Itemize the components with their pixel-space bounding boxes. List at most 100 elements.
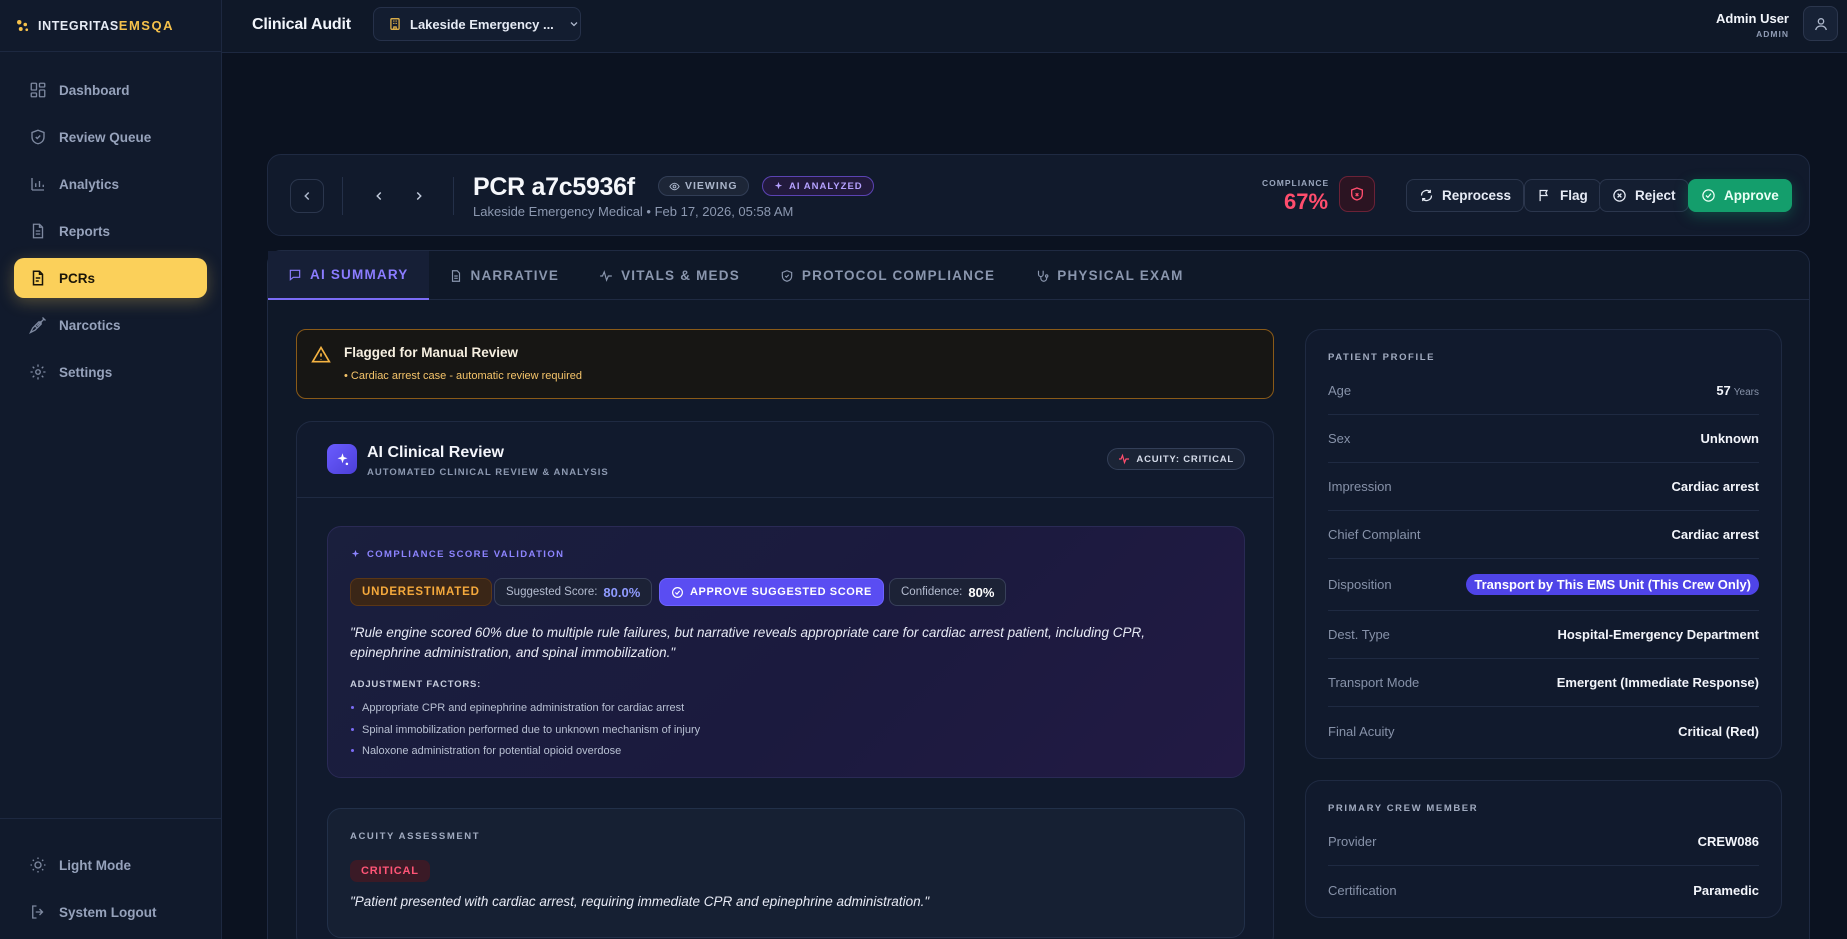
bar-chart-icon — [29, 175, 47, 193]
suggested-score-value: 80.0% — [603, 584, 641, 600]
sidebar-item-reports[interactable]: Reports — [14, 211, 207, 251]
critical-badge: CRITICAL — [350, 860, 430, 882]
check-circle-icon — [1701, 188, 1716, 203]
underestimated-badge: UNDERESTIMATED — [350, 578, 492, 606]
flag-icon — [1537, 188, 1552, 203]
tab-physical-exam[interactable]: PHYSICAL EXAM — [1015, 251, 1203, 300]
logout-button[interactable]: System Logout — [14, 892, 207, 932]
compliance-status-indicator — [1339, 176, 1375, 212]
logo-icon — [14, 17, 32, 35]
profile-row-transport-mode: Transport Mode Emergent (Immediate Respo… — [1328, 659, 1759, 707]
sidebar-item-narcotics[interactable]: Narcotics — [14, 305, 207, 345]
logout-icon — [29, 903, 47, 921]
user-menu-button[interactable] — [1803, 6, 1838, 41]
reject-label: Reject — [1635, 188, 1676, 203]
sun-icon — [29, 856, 47, 874]
acuity-badge-label: ACUITY: CRITICAL — [1136, 453, 1234, 465]
approve-button[interactable]: Approve — [1688, 179, 1792, 212]
disposition-badge: Transport by This EMS Unit (This Crew On… — [1466, 574, 1759, 595]
sidebar-item-review-queue[interactable]: Review Queue — [14, 117, 207, 157]
acuity-badge: ACUITY: CRITICAL — [1107, 448, 1245, 470]
brand-logo[interactable]: INTEGRITAS EMSQA — [0, 0, 221, 52]
acuity-assessment-label: ACUITY ASSESSMENT — [350, 831, 481, 842]
ai-analyzed-label: AI ANALYZED — [789, 180, 863, 192]
check-circle-icon — [671, 586, 684, 599]
sidebar-item-pcrs[interactable]: PCRs — [14, 258, 207, 298]
pulse-icon — [599, 269, 613, 283]
refresh-icon — [1419, 188, 1434, 203]
divider — [453, 177, 454, 215]
sidebar-item-settings[interactable]: Settings — [14, 352, 207, 392]
back-button[interactable] — [290, 179, 324, 213]
viewing-badge-label: VIEWING — [685, 180, 738, 192]
profile-value: 57 Years — [1716, 383, 1759, 398]
chevron-down-icon — [568, 18, 580, 30]
approve-suggested-label: APPROVE SUGGESTED SCORE — [690, 586, 872, 598]
profile-value: Emergent (Immediate Response) — [1556, 675, 1759, 690]
profile-key: Disposition — [1328, 577, 1392, 592]
profile-key: Transport Mode — [1328, 675, 1420, 690]
flag-button[interactable]: Flag — [1524, 179, 1601, 212]
user-name: Admin User — [1716, 11, 1789, 26]
profile-row-age: Age 57 Years — [1328, 367, 1759, 415]
sidebar-nav: Dashboard Review Queue Analytics Reports… — [0, 52, 221, 392]
tab-label: NARRATIVE — [470, 268, 560, 283]
flagged-alert: Flagged for Manual Review • Cardiac arre… — [296, 329, 1274, 399]
profile-value: Critical (Red) — [1678, 723, 1759, 739]
eye-icon — [669, 181, 680, 192]
previous-pcr-button[interactable] — [370, 187, 388, 205]
sidebar-item-label: Analytics — [59, 176, 120, 192]
sidebar-item-analytics[interactable]: Analytics — [14, 164, 207, 204]
light-mode-toggle[interactable]: Light Mode — [14, 845, 207, 885]
profile-value: Hospital-Emergency Department — [1557, 627, 1759, 642]
ai-clinical-review-card: AI Clinical Review AUTOMATED CLINICAL RE… — [296, 421, 1274, 939]
tab-label: PROTOCOL COMPLIANCE — [801, 268, 996, 283]
next-pcr-button[interactable] — [410, 187, 428, 205]
tab-vitals-meds[interactable]: VITALS & MEDS — [579, 251, 760, 300]
tab-narrative[interactable]: NARRATIVE — [429, 251, 580, 300]
profile-key: Dest. Type — [1328, 627, 1390, 642]
reprocess-button[interactable]: Reprocess — [1406, 179, 1525, 212]
profile-value: Unknown — [1700, 431, 1760, 446]
list-item: Appropriate CPR and epinephrine administ… — [350, 700, 700, 722]
profile-value: Cardiac arrest — [1671, 479, 1759, 494]
age-value: 57 — [1716, 383, 1731, 398]
profile-key: Impression — [1328, 479, 1392, 494]
sidebar-item-dashboard[interactable]: Dashboard — [14, 70, 207, 110]
pcr-subtitle: Lakeside Emergency Medical • Feb 17, 202… — [473, 204, 794, 219]
ai-review-header: AI Clinical Review AUTOMATED CLINICAL RE… — [297, 422, 1273, 498]
confidence-label: Confidence: — [901, 586, 963, 598]
csv-rationale: "Rule engine scored 60% due to multiple … — [350, 625, 1145, 660]
gear-icon — [29, 363, 47, 381]
brand-name: INTEGRITAS — [38, 18, 119, 33]
adjustment-factors-list: Appropriate CPR and epinephrine administ… — [350, 700, 700, 765]
crew-key: Certification — [1328, 882, 1397, 898]
building-icon — [388, 17, 402, 31]
reprocess-label: Reprocess — [1442, 188, 1512, 203]
pcr-header: PCR a7c5936f VIEWING AI ANALYZED Lakesid… — [267, 154, 1810, 236]
pcr-detail-panel: AI SUMMARY NARRATIVE VITALS & MEDS PROTO… — [267, 250, 1810, 939]
crew-value: Paramedic — [1693, 882, 1759, 898]
page-title: Clinical Audit — [252, 16, 351, 33]
csv-heading: COMPLIANCE SCORE VALIDATION — [350, 549, 564, 560]
sidebar-footer: Light Mode System Logout — [0, 818, 221, 939]
organization-select[interactable]: Lakeside Emergency ... — [373, 7, 581, 41]
approve-suggested-score-button[interactable]: APPROVE SUGGESTED SCORE — [659, 578, 884, 606]
primary-crew-card: PRIMARY CREW MEMBER Provider CREW086 Cer… — [1305, 780, 1782, 918]
csv-heading-label: COMPLIANCE SCORE VALIDATION — [367, 549, 565, 560]
chevron-left-icon — [300, 189, 314, 203]
divider — [342, 177, 343, 215]
tab-label: PHYSICAL EXAM — [1057, 268, 1184, 283]
profile-row-final-acuity: Final Acuity Critical (Red) — [1328, 707, 1759, 755]
reject-button[interactable]: Reject — [1599, 179, 1689, 212]
profile-key: Age — [1328, 383, 1352, 398]
tab-protocol-compliance[interactable]: PROTOCOL COMPLIANCE — [760, 251, 1015, 300]
ai-review-title: AI Clinical Review — [367, 444, 504, 461]
sidebar-item-label: Narcotics — [59, 317, 121, 333]
chevron-left-icon — [376, 191, 382, 201]
tab-ai-summary[interactable]: AI SUMMARY — [268, 251, 429, 300]
stethoscope-icon — [1035, 269, 1049, 283]
light-mode-label: Light Mode — [59, 857, 131, 873]
user-icon — [1813, 16, 1829, 32]
patient-profile-label: PATIENT PROFILE — [1328, 352, 1436, 363]
